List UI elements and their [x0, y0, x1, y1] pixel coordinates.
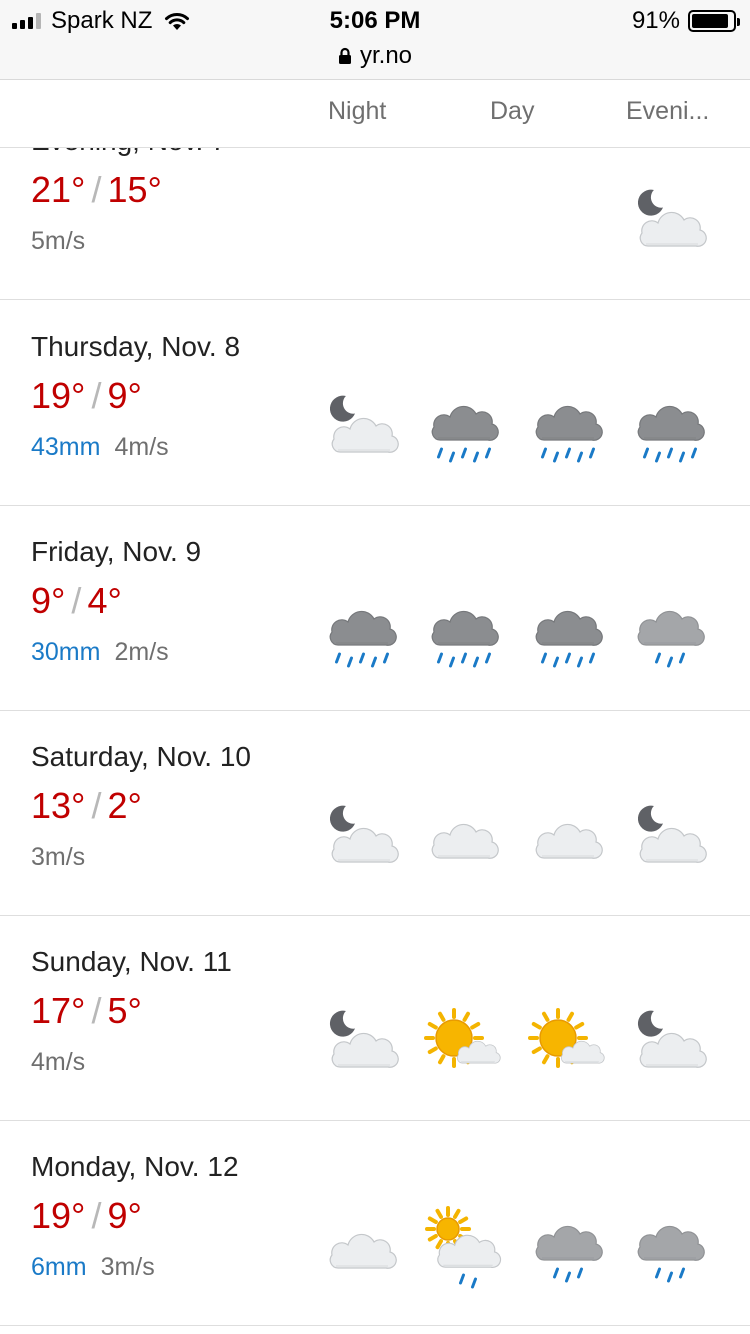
row-date: Monday, Nov. 12	[31, 1151, 239, 1182]
forecast-row[interactable]: Saturday, Nov. 10 13°/2° 3m/s	[0, 711, 750, 916]
sun-partly-cloudy-icon	[524, 998, 610, 1084]
forecast-row[interactable]: Friday, Nov. 9 9°/4° 30mm 2m/s	[0, 506, 750, 711]
row-meta: 43mm 4m/s	[31, 433, 169, 462]
temp-high: 19°	[31, 375, 86, 416]
row-meta: 3m/s	[31, 843, 85, 872]
row-meta: 30mm 2m/s	[31, 638, 169, 667]
battery-fill	[692, 14, 729, 28]
heavy-rain-icon	[420, 383, 506, 469]
row-meta: 4m/s	[31, 1048, 85, 1077]
column-evening: Eveni...	[626, 97, 710, 125]
battery-indicator: 91%	[631, 7, 740, 35]
wind-speed: 3m/s	[31, 843, 86, 871]
heavy-rain-icon	[524, 588, 610, 674]
battery-icon	[688, 10, 740, 32]
temp-separator: /	[71, 580, 82, 621]
row-temperatures: 19°/9°	[31, 1195, 142, 1237]
temp-low: 2°	[107, 785, 142, 826]
light-rain-icon	[626, 1203, 712, 1289]
sun-cloud-rain-icon	[420, 1203, 506, 1289]
moon-partly-cloudy-icon	[626, 793, 712, 879]
address-bar[interactable]: yr.no	[0, 42, 750, 70]
moon-partly-cloudy-icon	[318, 793, 404, 879]
heavy-rain-icon	[626, 383, 712, 469]
row-date: Saturday, Nov. 10	[31, 741, 251, 772]
lock-icon	[338, 47, 351, 64]
wind-speed: 4m/s	[31, 1048, 86, 1076]
wind-speed: 2m/s	[114, 638, 169, 666]
temp-separator: /	[91, 1195, 102, 1236]
temp-low: 9°	[107, 375, 142, 416]
temp-separator: /	[91, 169, 102, 210]
row-temperatures: 9°/4°	[31, 580, 122, 622]
temp-low: 5°	[107, 990, 142, 1031]
temp-high: 13°	[31, 785, 86, 826]
column-header: Night Day Eveni...	[0, 80, 750, 148]
row-temperatures: 17°/5°	[31, 990, 142, 1032]
temp-high: 17°	[31, 990, 86, 1031]
row-temperatures: 21°/15°	[31, 169, 162, 211]
temp-low: 9°	[107, 1195, 142, 1236]
precipitation: 43mm	[31, 433, 101, 461]
moon-partly-cloudy-icon	[318, 998, 404, 1084]
forecast-row[interactable]: Sunday, Nov. 11 17°/5° 4m/s	[0, 916, 750, 1121]
light-rain-icon	[524, 1203, 610, 1289]
heavy-rain-icon	[420, 588, 506, 674]
row-meta: 6mm 3m/s	[31, 1253, 155, 1282]
temp-separator: /	[91, 990, 102, 1031]
moon-partly-cloudy-icon	[318, 383, 404, 469]
moon-partly-cloudy-icon	[626, 998, 712, 1084]
light-rain-icon	[626, 588, 712, 674]
forecast-row[interactable]: Monday, Nov. 12 19°/9° 6mm 3m/s	[0, 1121, 750, 1326]
row-date: Friday, Nov. 9	[31, 536, 202, 567]
row-date: Sunday, Nov. 11	[31, 946, 232, 977]
precipitation: 30mm	[31, 638, 101, 666]
battery-percent: 91%	[631, 7, 680, 34]
cloud-icon	[420, 793, 506, 879]
column-day: Day	[490, 97, 535, 125]
moon-partly-cloudy-icon	[626, 177, 712, 263]
column-night: Night	[328, 97, 387, 125]
temp-low: 15°	[107, 169, 162, 210]
temp-high: 9°	[31, 580, 66, 621]
temp-low: 4°	[87, 580, 122, 621]
weather-icons	[318, 588, 738, 678]
weather-icons	[318, 177, 738, 267]
cloud-icon	[318, 1203, 404, 1289]
temp-separator: /	[91, 375, 102, 416]
temp-separator: /	[91, 785, 102, 826]
sun-partly-cloudy-icon	[420, 998, 506, 1084]
row-temperatures: 13°/2°	[31, 785, 142, 827]
forecast-row[interactable]: Thursday, Nov. 8 19°/9° 43mm 4m/s	[0, 301, 750, 506]
wind-speed: 3m/s	[100, 1253, 155, 1281]
row-temperatures: 19°/9°	[31, 375, 142, 417]
wind-speed: 5m/s	[31, 227, 86, 255]
cloud-icon	[524, 793, 610, 879]
heavy-rain-icon	[524, 383, 610, 469]
wind-speed: 4m/s	[114, 433, 169, 461]
temp-high: 19°	[31, 1195, 86, 1236]
row-meta: 5m/s	[31, 227, 85, 256]
url-text: yr.no	[359, 42, 413, 69]
weather-icons	[318, 793, 738, 883]
weather-icons	[318, 998, 738, 1088]
temp-high: 21°	[31, 169, 86, 210]
precipitation: 6mm	[31, 1253, 87, 1281]
heavy-rain-icon	[318, 588, 404, 674]
weather-icons	[318, 383, 738, 473]
row-date: Thursday, Nov. 8	[31, 331, 241, 362]
status-bar: Spark NZ 5:06 PM 91% yr.no	[0, 0, 750, 80]
weather-icons	[318, 1203, 738, 1293]
